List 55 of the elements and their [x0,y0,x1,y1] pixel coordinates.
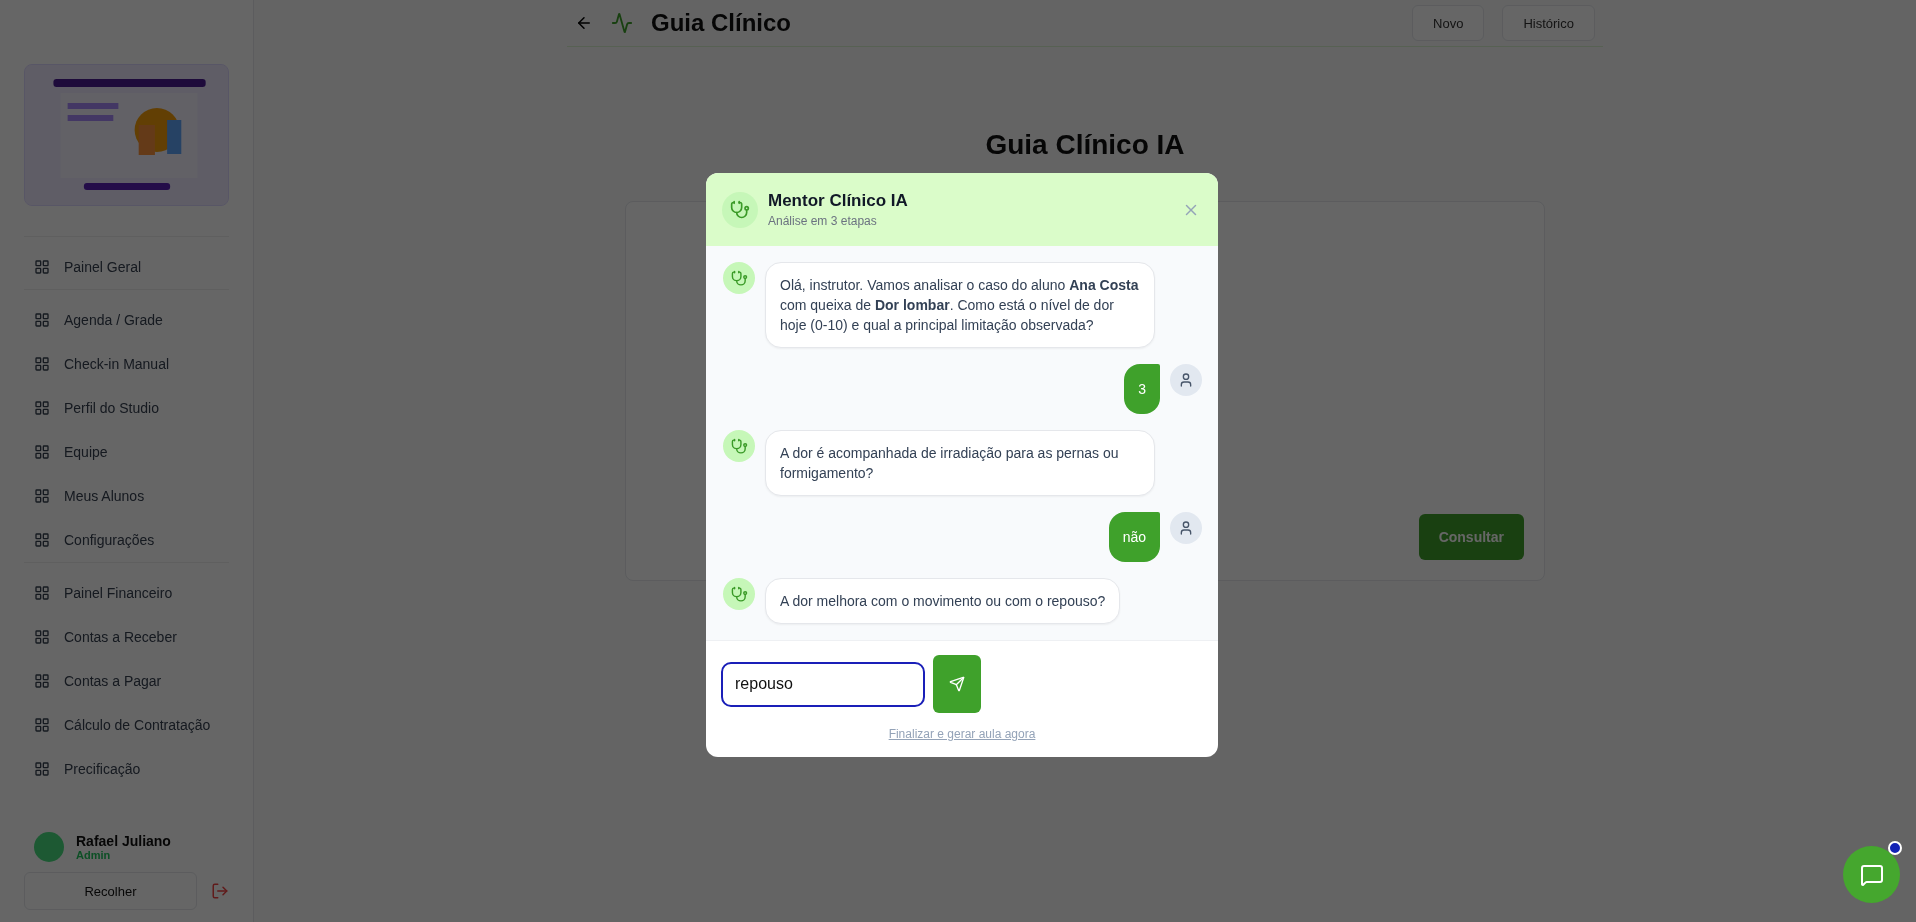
sidebar-item[interactable]: Agenda / Grade [24,298,229,342]
bot-message: Olá, instrutor. Vamos analisar o caso do aluno Ana Costa com queixa de Dor lombar. Como está o nível de dor hoje (0-10) e qual a principal limitação observada? [765,262,1155,348]
stethoscope-icon [730,585,748,603]
user-message: não [1108,512,1160,562]
back-icon[interactable] [575,14,593,32]
grid-icon [34,259,50,275]
user-message: 3 [1124,364,1160,414]
grid-icon [34,356,50,372]
grid-icon [34,629,50,645]
grid-icon [34,585,50,601]
user-name: Rafael Juliano [76,833,171,849]
grid-icon [34,673,50,689]
grid-icon [34,717,50,733]
bot-message: A dor melhora com o movimento ou com o repouso? [765,578,1121,624]
send-icon [949,676,965,692]
sidebar-item[interactable]: Cálculo de Contratação [24,703,229,747]
user-icon [1178,372,1194,388]
sidebar-item[interactable]: Precificação [24,747,229,791]
sidebar-item[interactable]: Contas a Pagar [24,659,229,703]
header-button[interactable]: Novo [1412,5,1485,41]
dialog-title: Mentor Clínico IA [768,191,908,211]
page-title: Guia Clínico IA [985,129,1185,161]
sidebar-item[interactable]: Painel Geral [24,245,229,289]
user-icon [1178,520,1194,536]
bot-message: A dor é acompanhada de irradiação para as pernas ou formigamento? [765,430,1155,496]
logout-icon[interactable] [211,882,229,900]
sidebar-item[interactable]: Equipe [24,430,229,474]
chat-button[interactable] [1843,846,1900,903]
finish-link[interactable]: Finalizar e gerar aula agora [888,727,1036,741]
sidebar-item[interactable]: Perfil do Studio [24,386,229,430]
user-avatar [34,832,64,862]
grid-icon [34,312,50,328]
send-button[interactable] [933,655,981,713]
sidebar-item[interactable]: Check-in Manual [24,342,229,386]
user-role: Admin [76,849,112,861]
stethoscope-icon [730,437,748,455]
chat-icon [1859,862,1884,887]
grid-icon [34,488,50,504]
grid-icon [34,532,50,548]
message-input[interactable]: repouso [721,661,925,707]
sidebar-item[interactable]: Contas a Receber [24,615,229,659]
sidebar-item[interactable]: Painel Financeiro [24,571,229,615]
sidebar-item[interactable]: Configurações [24,518,229,562]
collapse-button[interactable]: Recolher [24,872,197,910]
header-button[interactable]: Histórico [1502,5,1595,41]
submit-button[interactable]: Consultar [1418,514,1524,560]
sidebar-item[interactable]: Meus Alunos [24,474,229,518]
grid-icon [34,444,50,460]
grid-icon [34,761,50,777]
stethoscope-icon [730,199,750,220]
logo-icon [611,12,633,34]
dialog-subtitle: Análise em 3 etapas [768,214,878,228]
grid-icon [34,400,50,416]
stethoscope-icon [730,269,748,287]
page-header-title: Guia Clínico [651,9,792,37]
